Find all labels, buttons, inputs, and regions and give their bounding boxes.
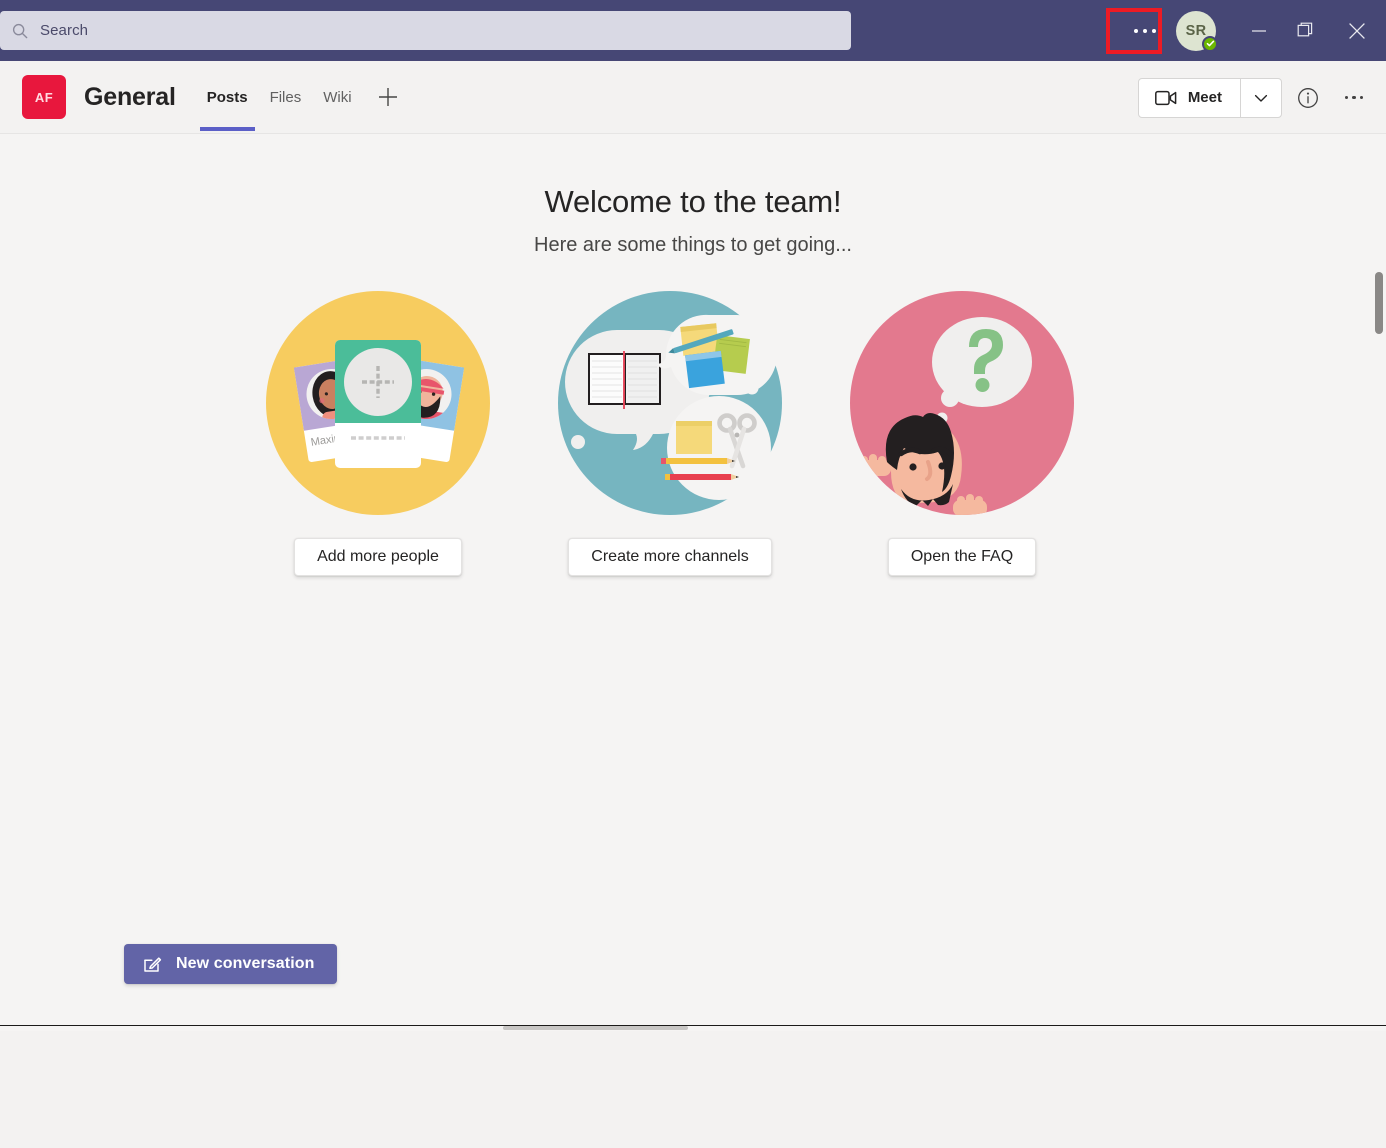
card-create-channels: Create more channels <box>557 290 783 576</box>
welcome-subtitle: Here are some things to get going... <box>0 234 1386 257</box>
new-conversation-button[interactable]: New conversation <box>124 944 337 984</box>
maximize-button[interactable] <box>1282 0 1328 61</box>
titlebar-right-controls: SR <box>1118 0 1386 61</box>
add-more-people-button[interactable]: Add more people <box>294 538 462 576</box>
video-camera-icon <box>1155 90 1177 106</box>
channel-more-options-button[interactable] <box>1334 78 1374 118</box>
presence-available-icon <box>1202 36 1218 52</box>
info-circle-icon <box>1296 86 1320 110</box>
vertical-scrollbar-thumb[interactable] <box>1375 272 1383 334</box>
close-icon <box>1346 20 1368 42</box>
avatar[interactable]: SR <box>1176 11 1216 51</box>
channel-header-actions: Meet <box>1138 61 1374 134</box>
channels-stationery-illustration <box>557 290 783 516</box>
ellipsis-icon <box>1345 96 1364 100</box>
tab-posts-label: Posts <box>207 89 248 106</box>
card-add-people: Maxine <box>265 290 491 576</box>
bottom-divider <box>0 1025 1386 1026</box>
minimize-button[interactable] <box>1236 0 1282 61</box>
page-title: General <box>84 83 176 112</box>
channel-tabs: Posts Files Wiki <box>196 61 403 134</box>
close-button[interactable] <box>1328 0 1386 61</box>
search-input[interactable]: Search <box>0 11 851 50</box>
channel-info-button[interactable] <box>1288 78 1328 118</box>
open-the-faq-button[interactable]: Open the FAQ <box>888 538 1036 576</box>
meet-button-group: Meet <box>1138 78 1282 118</box>
tab-wiki-label: Wiki <box>323 89 351 106</box>
plus-icon <box>375 84 401 110</box>
vertical-scrollbar[interactable] <box>1372 268 1386 1148</box>
minimize-icon <box>1250 22 1268 40</box>
people-cards-illustration: Maxine <box>265 290 491 516</box>
tab-posts[interactable]: Posts <box>196 61 259 134</box>
add-tab-button[interactable] <box>373 82 403 112</box>
getting-started-cards: Maxine <box>265 290 1075 576</box>
channel-header: AF General Posts Files Wiki Meet <box>0 61 1386 134</box>
search-placeholder: Search <box>40 22 88 39</box>
tab-files-label: Files <box>270 89 302 106</box>
maximize-icon <box>1296 21 1315 40</box>
create-more-channels-button[interactable]: Create more channels <box>568 538 771 576</box>
horizontal-scrollbar-thumb[interactable] <box>503 1026 688 1030</box>
team-avatar[interactable]: AF <box>22 75 66 119</box>
new-conversation-label: New conversation <box>176 955 315 973</box>
channel-content-area: Welcome to the team! Here are some thing… <box>0 134 1386 1031</box>
ellipsis-icon <box>1134 29 1156 33</box>
settings-and-more-button[interactable] <box>1118 9 1172 52</box>
faq-person-question-illustration <box>849 290 1075 516</box>
meet-button-label: Meet <box>1188 89 1222 106</box>
title-bar: Search SR <box>0 0 1386 61</box>
card-open-faq: Open the FAQ <box>849 290 1075 576</box>
tab-files[interactable]: Files <box>259 61 313 134</box>
chevron-down-icon <box>1254 93 1268 103</box>
meet-button[interactable]: Meet <box>1139 79 1240 117</box>
search-icon <box>11 22 29 40</box>
welcome-title: Welcome to the team! <box>0 184 1386 220</box>
compose-icon <box>142 954 162 974</box>
meet-dropdown-button[interactable] <box>1240 79 1281 117</box>
tab-wiki[interactable]: Wiki <box>312 61 362 134</box>
